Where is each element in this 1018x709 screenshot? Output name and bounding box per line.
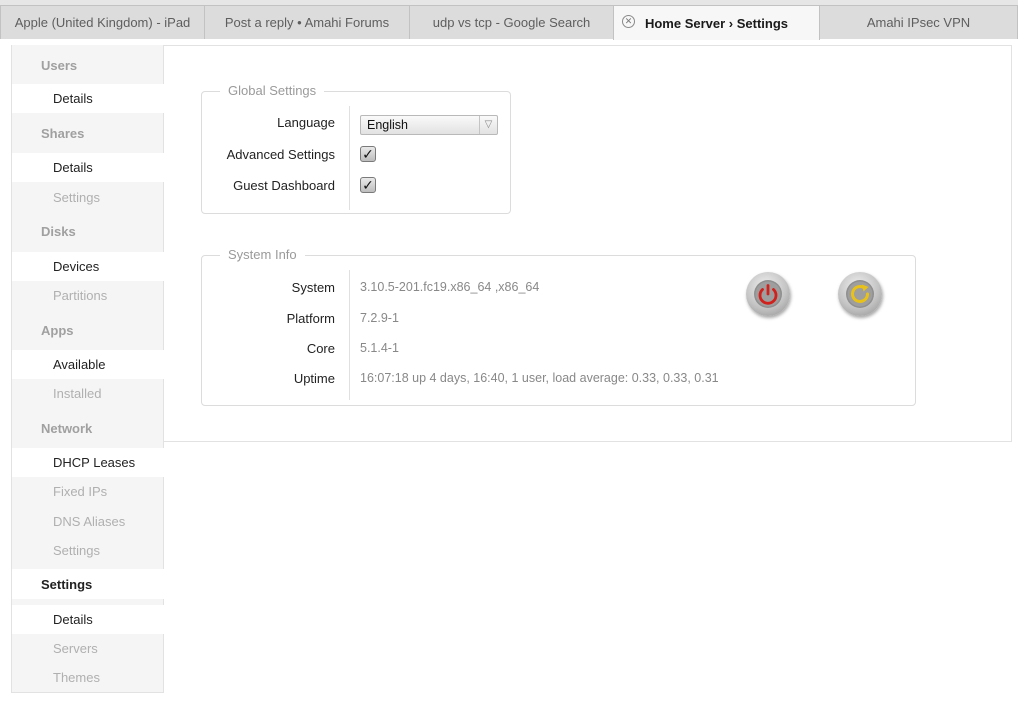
close-icon[interactable]: ✕	[622, 15, 635, 28]
chevron-down-icon: ▽	[479, 116, 497, 134]
sidebar-item-network-settings[interactable]: Settings	[12, 536, 164, 565]
sidebar-section-shares[interactable]: Shares	[12, 118, 164, 148]
sidebar-item-network-dns-aliases[interactable]: DNS Aliases	[12, 507, 164, 536]
advanced-settings-checkbox[interactable]: ✓	[360, 146, 376, 162]
platform-value: 7.2.9-1	[360, 311, 399, 325]
power-icon	[754, 280, 782, 308]
tab-apple-ipad[interactable]: Apple (United Kingdom) - iPad	[0, 5, 205, 39]
power-button[interactable]	[746, 272, 790, 316]
system-value: 3.10.5-201.fc19.x86_64 ,x86_64	[360, 280, 540, 294]
divider	[349, 270, 350, 400]
sidebar-item-disks-devices[interactable]: Devices	[12, 252, 164, 281]
restart-icon	[846, 280, 874, 308]
sidebar-item-network-fixed-ips[interactable]: Fixed IPs	[12, 477, 164, 506]
sidebar-section-settings[interactable]: Settings	[12, 569, 164, 599]
sidebar-item-settings-servers[interactable]: Servers	[12, 634, 164, 663]
sidebar-section-apps[interactable]: Apps	[12, 315, 164, 345]
tab-amahi-forums[interactable]: Post a reply • Amahi Forums	[204, 5, 410, 39]
sidebar: Users Details Shares Details Settings Di…	[11, 45, 164, 693]
uptime-value: 16:07:18 up 4 days, 16:40, 1 user, load …	[360, 371, 719, 385]
sidebar-section-users[interactable]: Users	[12, 50, 164, 80]
checkmark-icon: ✓	[362, 146, 374, 162]
platform-label: Platform	[286, 311, 335, 326]
tab-label: Post a reply • Amahi Forums	[224, 15, 390, 30]
checkmark-icon: ✓	[362, 177, 374, 193]
sidebar-item-settings-themes[interactable]: Themes	[12, 663, 164, 692]
tab-label: Amahi IPsec VPN	[866, 15, 971, 30]
sidebar-item-users-details[interactable]: Details	[12, 84, 164, 113]
sidebar-item-apps-available[interactable]: Available	[12, 350, 164, 379]
sidebar-section-disks[interactable]: Disks	[12, 216, 164, 246]
core-value: 5.1.4-1	[360, 341, 399, 355]
system-label: System	[291, 280, 335, 295]
language-select[interactable]: English ▽	[360, 115, 498, 135]
divider	[349, 106, 350, 210]
tab-label: udp vs tcp - Google Search	[432, 15, 591, 30]
advanced-settings-label: Advanced Settings	[226, 147, 335, 162]
sidebar-item-network-dhcp-leases[interactable]: DHCP Leases	[12, 448, 164, 477]
main-content-panel: Global Settings Language English ▽ Advan…	[164, 45, 1012, 442]
sidebar-item-settings-details[interactable]: Details	[12, 605, 164, 634]
tab-amahi-ipsec-vpn[interactable]: Amahi IPsec VPN	[819, 5, 1018, 39]
sidebar-item-apps-installed[interactable]: Installed	[12, 379, 164, 408]
system-info-legend: System Info	[220, 247, 305, 263]
tab-label: Apple (United Kingdom) - iPad	[14, 15, 191, 30]
system-info-fieldset: System Info System 3.10.5-201.fc19.x86_6…	[201, 247, 916, 406]
sidebar-section-network[interactable]: Network	[12, 413, 164, 443]
language-label: Language	[277, 115, 335, 130]
browser-tab-bar: Apple (United Kingdom) - iPad Post a rep…	[0, 0, 1018, 40]
global-settings-fieldset: Global Settings Language English ▽ Advan…	[201, 83, 511, 214]
sidebar-item-shares-settings[interactable]: Settings	[12, 183, 164, 212]
core-label: Core	[306, 341, 335, 356]
guest-dashboard-label: Guest Dashboard	[233, 178, 335, 193]
sidebar-item-shares-details[interactable]: Details	[12, 153, 164, 182]
language-select-value: English	[367, 118, 408, 132]
global-settings-legend: Global Settings	[220, 83, 325, 99]
guest-dashboard-checkbox[interactable]: ✓	[360, 177, 376, 193]
restart-button[interactable]	[838, 272, 882, 316]
uptime-label: Uptime	[293, 371, 335, 386]
tab-label: Home Server › Settings	[644, 15, 789, 31]
tab-home-server-settings[interactable]: ✕ Home Server › Settings	[613, 5, 820, 40]
tab-google-search[interactable]: udp vs tcp - Google Search	[409, 5, 614, 39]
sidebar-item-disks-partitions[interactable]: Partitions	[12, 281, 164, 310]
